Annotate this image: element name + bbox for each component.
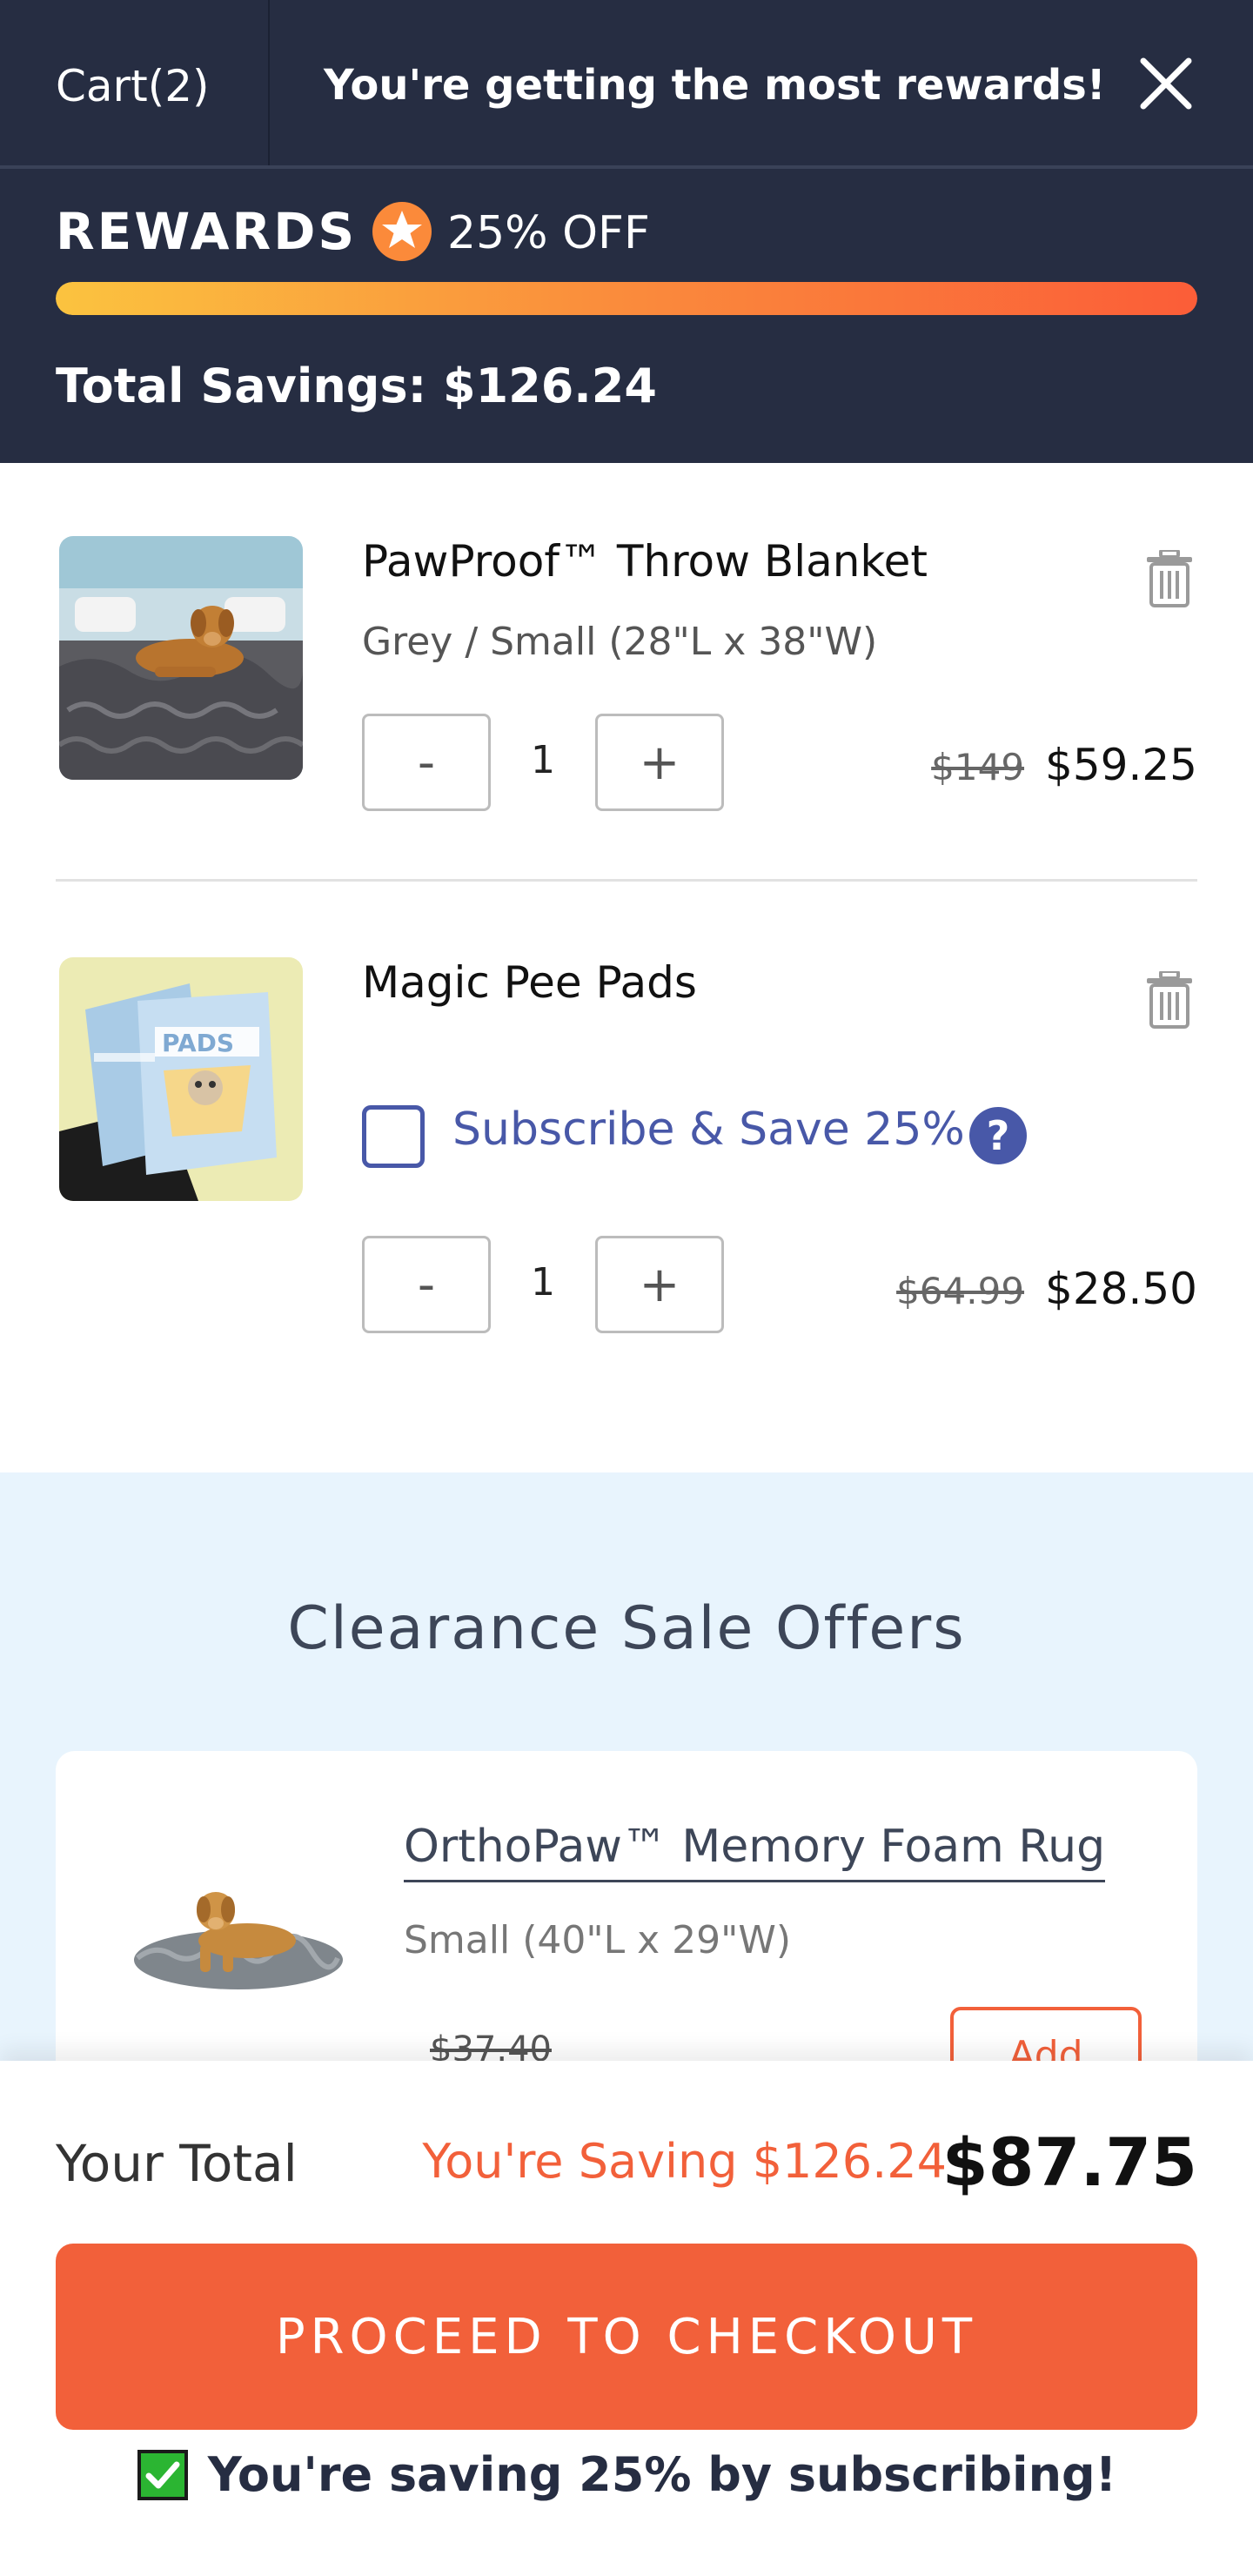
subscription-note-text: You're saving 25% by subscribing! (207, 2447, 1117, 2502)
quantity-decrease-button[interactable]: - (362, 1236, 491, 1333)
item-variant: Grey / Small (28"L x 38"W) (362, 620, 878, 664)
offer-variant: Small (40"L x 29"W) (404, 1918, 792, 1962)
quantity-value: 1 (531, 738, 555, 782)
product-image-throw-blanket[interactable] (59, 536, 303, 780)
saving-text: You're Saving $126.24 (422, 2134, 947, 2189)
star-badge-icon (372, 202, 432, 261)
cart-item: PawProof™ Throw Blanket Grey / Small (28… (0, 463, 1253, 882)
cart-title: Cart(2) (56, 61, 210, 111)
sale-price: $28.50 (1045, 1264, 1197, 1314)
grand-total: $87.75 (941, 2123, 1197, 2201)
offer-title-link[interactable]: OrthoPaw™ Memory Foam Rug (404, 1821, 1106, 1882)
cart-header: Cart(2) You're getting the most rewards! (0, 0, 1253, 169)
close-button[interactable] (1131, 49, 1201, 118)
sale-price: $59.25 (1045, 740, 1197, 790)
subscription-note: You're saving 25% by subscribing! (0, 2447, 1253, 2502)
svg-text:PADS: PADS (162, 1029, 234, 1057)
product-image-pee-pads[interactable]: PADS (59, 957, 303, 1201)
original-price: $64.99 (896, 1270, 1025, 1312)
item-price: $64.99 $28.50 (896, 1264, 1197, 1314)
cart-item: PADS Magic Pee Pads Subscribe & Save 25%… (0, 881, 1253, 1472)
item-title[interactable]: PawProof™ Throw Blanket (362, 536, 928, 587)
original-price: $149 (931, 746, 1025, 788)
header-divider (268, 0, 270, 165)
close-icon (1140, 57, 1192, 110)
rewards-title: REWARDS (56, 202, 358, 261)
quantity-value: 1 (531, 1260, 555, 1305)
your-total-label: Your Total (56, 2134, 298, 2193)
rewards-message: You're getting the most rewards! (324, 61, 1106, 110)
clearance-title: Clearance Sale Offers (287, 1594, 966, 1663)
subscribe-label[interactable]: Subscribe & Save 25% (452, 1104, 965, 1156)
rewards-panel: REWARDS 25% OFF Total Savings: $126.24 (0, 169, 1253, 463)
reward-tier-label: 25% OFF (447, 207, 650, 259)
total-savings: Total Savings: $126.24 (56, 359, 657, 413)
checkout-footer: Your Total You're Saving $126.24 $87.75 … (0, 2061, 1253, 2576)
trash-icon[interactable] (1145, 550, 1194, 607)
rewards-progress-fill (56, 282, 1197, 315)
item-title[interactable]: Magic Pee Pads (362, 957, 697, 1008)
product-image-memory-foam-rug[interactable] (125, 1847, 352, 1995)
clearance-section: Clearance Sale Offers OrthoPaw™ Memory F… (0, 1472, 1253, 2116)
subscribe-checkbox[interactable] (362, 1105, 425, 1168)
checkout-button[interactable]: PROCEED TO CHECKOUT (56, 2244, 1197, 2430)
help-icon[interactable]: ? (969, 1107, 1027, 1164)
checkbox-checked-icon (137, 2449, 188, 2500)
quantity-increase-button[interactable]: + (595, 1236, 724, 1333)
trash-icon[interactable] (1145, 971, 1194, 1029)
quantity-decrease-button[interactable]: - (362, 714, 491, 811)
item-price: $149 $59.25 (931, 740, 1197, 790)
rewards-progress-bar (56, 282, 1197, 315)
quantity-increase-button[interactable]: + (595, 714, 724, 811)
